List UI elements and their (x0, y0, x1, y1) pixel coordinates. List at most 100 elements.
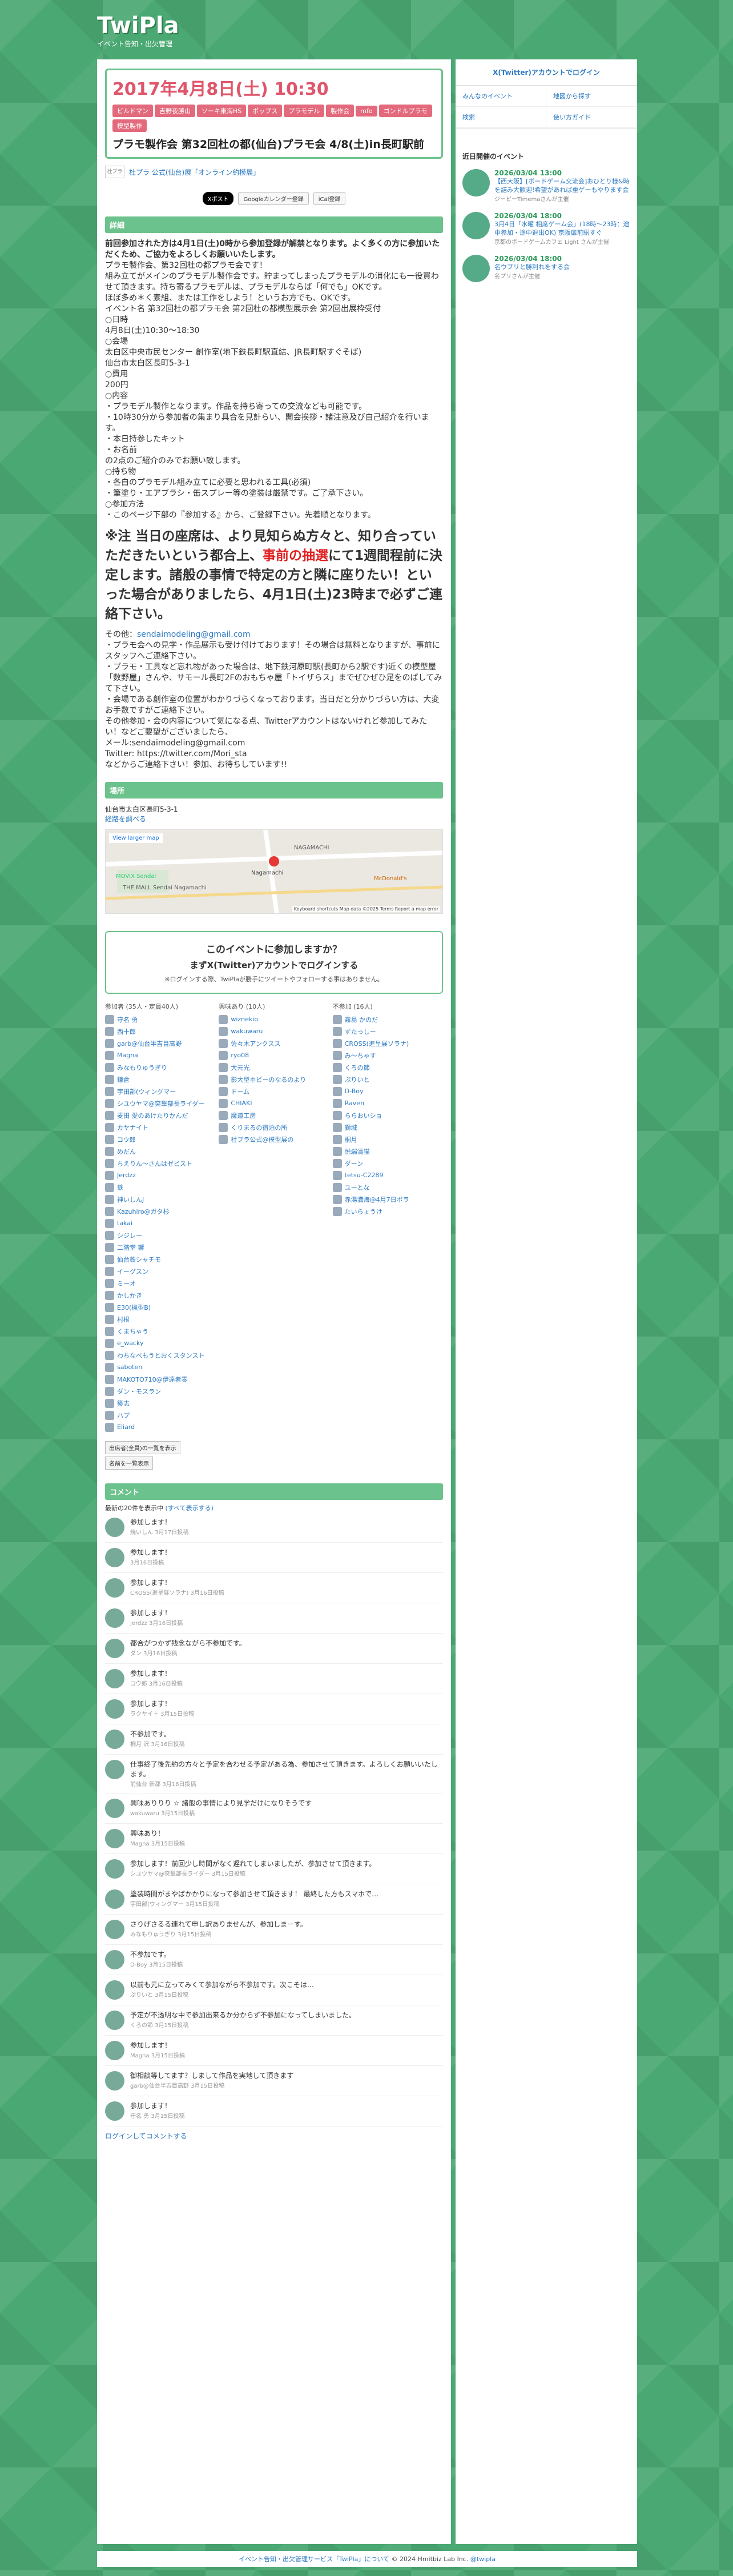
login-to-comment-link[interactable]: ログインしてコメントする (105, 2131, 443, 2141)
participant-item[interactable]: くりまるの宿泊の所 (219, 1121, 329, 1133)
participant-name[interactable]: ダン・モスラン (117, 1387, 208, 1396)
avatar[interactable] (105, 1950, 124, 1969)
participant-name[interactable]: ぷりいと (345, 1075, 436, 1084)
participant-item[interactable]: ダン・モスラン (105, 1385, 215, 1397)
participant-name[interactable]: 築志 (117, 1399, 208, 1408)
participant-item[interactable]: 鎌倉 (105, 1073, 215, 1085)
map-larger-link[interactable]: View larger map (109, 833, 163, 843)
participant-name[interactable]: 村根 (117, 1315, 208, 1324)
nav-map-search[interactable]: 地図から探す (546, 86, 637, 107)
participant-name[interactable]: ハプ (117, 1411, 208, 1420)
participant-item[interactable]: saboten (105, 1361, 215, 1373)
participant-name[interactable]: くりまるの宿泊の所 (231, 1123, 322, 1132)
participant-name[interactable]: カヤナイト (117, 1123, 208, 1132)
list-names-button[interactable]: 名前を一覧表示 (105, 1456, 153, 1470)
participant-item[interactable]: 宇田部(ウィングマー (105, 1085, 215, 1097)
map-terms-link[interactable]: Terms (380, 906, 394, 912)
participant-item[interactable]: Jerdzz (105, 1169, 215, 1181)
avatar[interactable] (105, 1548, 124, 1567)
participant-name[interactable]: CHIAKI (231, 1100, 322, 1107)
participant-item[interactable]: イーグスン (105, 1265, 215, 1277)
participant-name[interactable]: garb@仙台半吉目高野 (117, 1039, 208, 1048)
participant-name[interactable]: E30(機型B) (117, 1303, 208, 1312)
participant-item[interactable]: Raven (332, 1097, 443, 1109)
participant-item[interactable]: 西十郎 (105, 1025, 215, 1037)
avatar[interactable] (105, 2041, 124, 2060)
participant-name[interactable]: シジレー (117, 1231, 208, 1240)
participant-name[interactable]: takai (117, 1219, 208, 1227)
participant-item[interactable]: MAKOTO710@伊達者零 (105, 1373, 215, 1385)
recent-event-item[interactable]: 2026/03/04 18:00 3月4日「水曜 相席ゲーム会」(18時〜23時：… (456, 207, 637, 250)
participant-name[interactable]: 悦端清猫 (345, 1147, 436, 1156)
event-tag[interactable]: ゴンドルプラモ (378, 105, 432, 117)
embedded-map[interactable]: View larger map NAGAMACHI MOVIX Sendai T… (105, 829, 443, 914)
participant-name[interactable]: ダーン (345, 1159, 436, 1168)
participant-name[interactable]: 魔道工房 (231, 1111, 322, 1120)
event-tag[interactable]: mfo (356, 106, 377, 117)
participant-name[interactable]: ユーとな (345, 1183, 436, 1192)
avatar[interactable] (105, 1730, 124, 1749)
avatar[interactable] (105, 1518, 124, 1537)
participant-item[interactable]: takai (105, 1217, 215, 1229)
x-post-button[interactable]: Xポスト (202, 192, 234, 205)
participant-name[interactable]: 佐々木アンクスス (231, 1039, 322, 1048)
participant-name[interactable]: ずたっしー (345, 1027, 436, 1036)
avatar[interactable] (105, 1578, 124, 1598)
participant-item[interactable]: 二階堂 響 (105, 1241, 215, 1253)
participant-name[interactable]: たいらょうけ (345, 1207, 436, 1216)
avatar[interactable] (105, 1799, 124, 1818)
participant-item[interactable]: wiznekio (219, 1013, 329, 1025)
participant-item[interactable]: ずたっしー (332, 1025, 443, 1037)
organizer[interactable]: 杜プラ 杜プラ 公式(仙台)展「オンライン約模展」 (105, 166, 443, 178)
recent-event-title[interactable]: 【西大阪】[ボードゲーム交流会]おひとり様&時を詰み大歓迎!希望があれば重ゲーも… (494, 177, 630, 194)
participant-name[interactable]: wiznekio (231, 1016, 322, 1023)
participant-item[interactable]: 麦田 愛のあけたりかんだ (105, 1109, 215, 1121)
avatar[interactable] (105, 1760, 124, 1779)
participant-item[interactable]: 影大型ホビーのなるのより (219, 1073, 329, 1085)
avatar[interactable] (105, 1980, 124, 2000)
participant-name[interactable]: 獅城 (345, 1123, 436, 1132)
participant-name[interactable]: 鉄 (117, 1183, 208, 1192)
participant-item[interactable]: わちなべもうとおくスタンスト (105, 1349, 215, 1361)
recent-event-item[interactable]: 2026/03/04 13:00 【西大阪】[ボードゲーム交流会]おひとり様&時を… (456, 164, 637, 207)
avatar[interactable] (105, 1859, 124, 1879)
organizer-link[interactable]: 杜プラ 公式(仙台)展「オンライン約模展」 (129, 167, 260, 177)
participant-item[interactable]: CROSS(進呈展ソラナ) (332, 1037, 443, 1049)
participant-item[interactable]: ダーン (332, 1157, 443, 1169)
participant-item[interactable]: 大元光 (219, 1061, 329, 1073)
participant-name[interactable]: めだん (117, 1147, 208, 1156)
avatar[interactable] (105, 1608, 124, 1628)
participant-name[interactable]: 赤湯満海@4月7日ボラ (345, 1195, 436, 1204)
participant-name[interactable]: tetsu-C2289 (345, 1171, 436, 1179)
participant-name[interactable]: Eliard (117, 1423, 208, 1431)
contact-email-link[interactable]: sendaimodeling@gmail.com (137, 630, 251, 639)
participant-item[interactable]: シユウヤマ@突撃部長ライダー (105, 1097, 215, 1109)
participant-name[interactable]: 守名 勇 (117, 1015, 208, 1024)
participant-name[interactable]: 宇田部(ウィングマー (117, 1087, 208, 1096)
participant-name[interactable]: 桐月 (345, 1135, 436, 1144)
participant-item[interactable]: 獅城 (332, 1121, 443, 1133)
participant-name[interactable]: くろの節 (345, 1063, 436, 1072)
participant-item[interactable]: 鉄 (105, 1181, 215, 1193)
participant-name[interactable]: ミーオ (117, 1279, 208, 1288)
participant-name[interactable]: コウ郎 (117, 1135, 208, 1144)
participant-item[interactable]: e_wacky (105, 1337, 215, 1349)
participant-name[interactable]: D-Boy (345, 1088, 436, 1095)
participant-item[interactable]: みなもりゅうぎり (105, 1061, 215, 1073)
avatar[interactable] (105, 2101, 124, 2121)
participant-name[interactable]: saboten (117, 1363, 208, 1371)
nav-search[interactable]: 検索 (456, 107, 546, 128)
participant-name[interactable]: み〜ちゃす (345, 1051, 436, 1060)
participant-item[interactable]: ユーとな (332, 1181, 443, 1193)
participant-name[interactable]: 麦田 愛のあけたりかんだ (117, 1111, 208, 1120)
participant-item[interactable]: シジレー (105, 1229, 215, 1241)
participant-item[interactable]: ミーオ (105, 1277, 215, 1289)
participant-name[interactable]: e_wacky (117, 1339, 208, 1347)
footer-twitter-link[interactable]: @twipla (470, 2555, 496, 2563)
participant-name[interactable]: Kazuhiro@ガタ杉 (117, 1207, 208, 1216)
avatar[interactable] (105, 1829, 124, 1848)
participant-item[interactable]: 村根 (105, 1313, 215, 1325)
site-logo[interactable]: TwiPla (97, 13, 268, 39)
map-report-link[interactable]: Report a map error (395, 906, 438, 912)
participant-item[interactable]: カヤナイト (105, 1121, 215, 1133)
